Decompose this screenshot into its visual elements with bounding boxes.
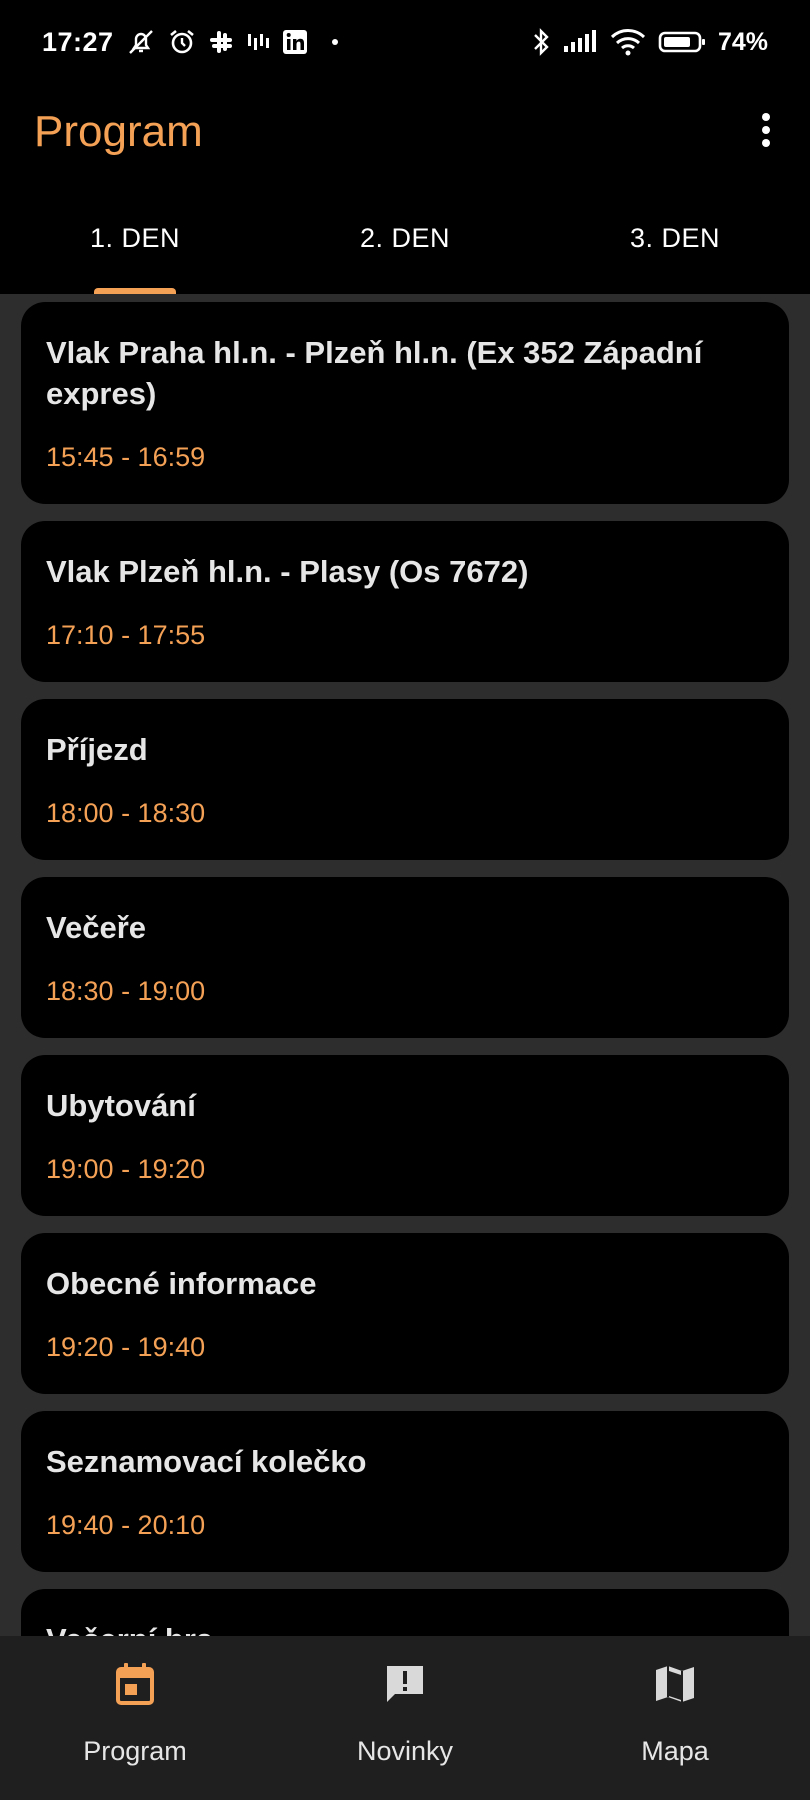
status-time: 17:27: [42, 26, 114, 57]
event-time: 18:00 - 18:30: [46, 798, 206, 828]
tab-label: 2. DEN: [359, 222, 451, 253]
tab-day-3[interactable]: 3. DEN: [540, 196, 810, 294]
event-title: Večeře: [46, 910, 146, 945]
event-card[interactable]: Obecné informace 19:20 - 19:40: [21, 1233, 789, 1394]
event-card[interactable]: Ubytování 19:00 - 19:20: [21, 1055, 789, 1216]
tab-day-2[interactable]: 2. DEN: [270, 196, 540, 294]
nav-label: Program: [83, 1736, 187, 1766]
event-time: 18:30 - 19:00: [46, 976, 206, 1006]
dot-icon: [331, 39, 338, 45]
event-card[interactable]: Vlak Praha hl.n. - Plzeň hl.n. (Ex 352 Z…: [21, 302, 789, 504]
app-bar: Program: [0, 84, 810, 180]
event-title: Vlak Plzeň hl.n. - Plasy (Os 7672): [46, 554, 529, 589]
bluetooth-icon: [532, 27, 550, 57]
slack-icon: [208, 29, 234, 55]
status-bar: 17:27 74%: [0, 0, 810, 84]
nav-label: Mapa: [641, 1736, 709, 1766]
status-bar-left: 17:27: [42, 27, 338, 58]
event-card[interactable]: Příjezd 18:00 - 18:30: [21, 699, 789, 860]
tab-label: 1. DEN: [89, 222, 181, 253]
event-time: 15:45 - 16:59: [46, 442, 206, 472]
voicemail-icon: [246, 30, 270, 54]
event-title: Vlak Praha hl.n. - Plzeň hl.n. (Ex 352 Z…: [46, 335, 703, 411]
battery-percentage: 74%: [717, 27, 768, 56]
linkedin-icon: [282, 29, 308, 55]
event-card[interactable]: Večerní hra: [21, 1589, 789, 1636]
day-tabs: 1. DEN 2. DEN 3. DEN: [0, 196, 810, 294]
map-icon: [654, 1660, 696, 1708]
announcement-icon: [383, 1660, 427, 1708]
page-title: Program: [34, 107, 203, 156]
more-options-button[interactable]: [746, 102, 786, 162]
bottom-navigation: Program Novinky Mapa: [0, 1636, 810, 1800]
event-card[interactable]: Vlak Plzeň hl.n. - Plasy (Os 7672) 17:10…: [21, 521, 789, 682]
event-title: Obecné informace: [46, 1266, 317, 1301]
wifi-icon: [610, 28, 646, 56]
event-title: Příjezd: [46, 732, 148, 767]
alarm-icon: [168, 28, 196, 56]
muted-bell-icon: [126, 28, 156, 56]
calendar-icon: [115, 1660, 155, 1708]
event-card[interactable]: Večeře 18:30 - 19:00: [21, 877, 789, 1038]
event-time: 19:00 - 19:20: [46, 1154, 206, 1184]
status-bar-right: 74%: [532, 27, 768, 57]
tab-day-1[interactable]: 1. DEN: [0, 196, 270, 294]
event-time: 17:10 - 17:55: [46, 620, 206, 650]
event-title: Večerní hra: [46, 1619, 765, 1636]
event-time: 19:20 - 19:40: [46, 1332, 206, 1362]
signal-icon: [562, 30, 598, 54]
event-time: 19:40 - 20:10: [46, 1510, 206, 1540]
more-vert-icon: [761, 112, 771, 153]
nav-item-mapa[interactable]: Mapa: [540, 1636, 810, 1800]
app-screen: 17:27 74% Program 1. DEN 2. DEN 3. DEN V…: [0, 0, 810, 1800]
nav-item-novinky[interactable]: Novinky: [270, 1636, 540, 1800]
nav-label: Novinky: [356, 1736, 454, 1766]
event-title: Ubytování: [46, 1088, 196, 1123]
event-list[interactable]: Vlak Praha hl.n. - Plzeň hl.n. (Ex 352 Z…: [0, 294, 810, 1636]
event-card[interactable]: Seznamovací kolečko 19:40 - 20:10: [21, 1411, 789, 1572]
nav-item-program[interactable]: Program: [0, 1636, 270, 1800]
tab-label: 3. DEN: [629, 222, 721, 253]
event-title: Seznamovací kolečko: [46, 1444, 367, 1479]
battery-icon: [658, 30, 706, 54]
